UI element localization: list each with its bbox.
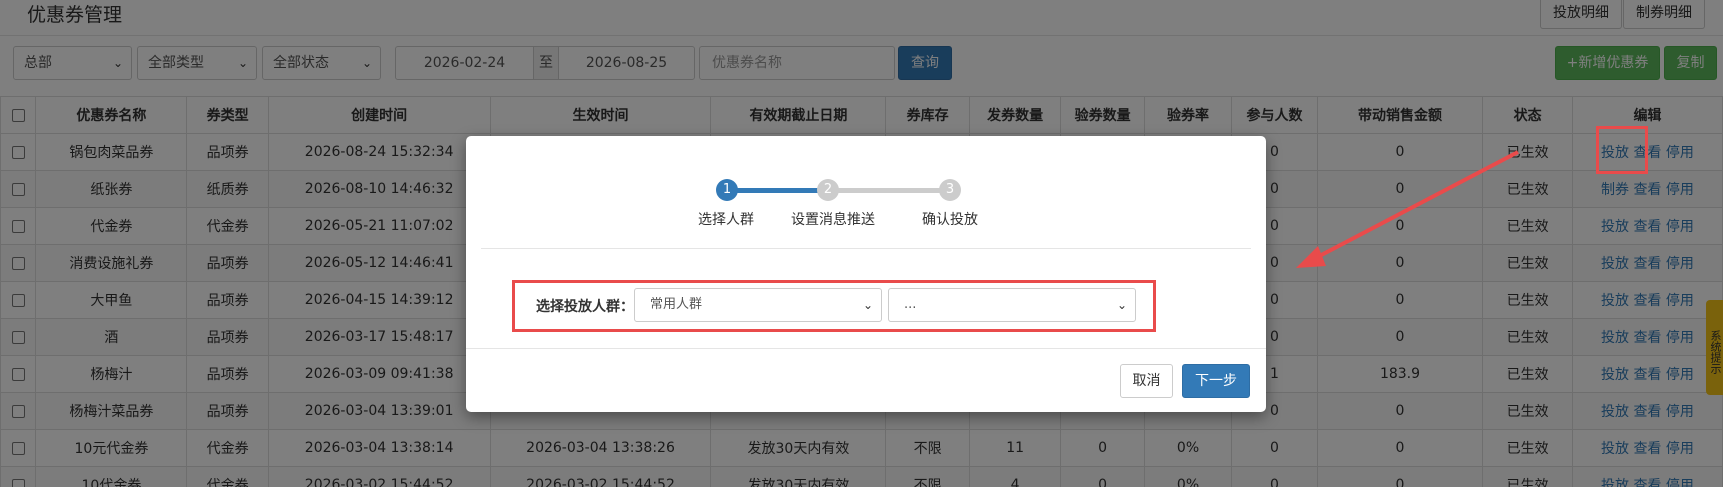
- step-1-label: 选择人群: [698, 212, 754, 228]
- crowd-select[interactable]: 常用人群 ⌄: [634, 288, 882, 322]
- step-progress-line: [734, 188, 819, 193]
- crowd-sub-select-value: ...: [904, 297, 917, 312]
- step-1-dot: 1: [716, 179, 738, 201]
- step-3-dot: 3: [939, 179, 961, 201]
- step-3-label: 确认投放: [922, 212, 978, 228]
- highlight-box-action: [1596, 126, 1648, 174]
- footer-divider: [466, 348, 1266, 349]
- step-2-label: 设置消息推送: [791, 212, 875, 228]
- cancel-button[interactable]: 取消: [1120, 364, 1173, 398]
- crowd-select-value: 常用人群: [650, 297, 703, 312]
- step-indicator: 1 2 3 选择人群 设置消息推送 确认投放: [698, 178, 1016, 238]
- divider: [481, 248, 1251, 249]
- crowd-form-row: 选择投放人群： 常用人群 ⌄ ... ⌄: [514, 281, 1154, 331]
- chevron-down-icon: ⌄: [862, 298, 873, 312]
- step-2-dot: 2: [817, 179, 839, 201]
- issue-coupon-modal: 1 2 3 选择人群 设置消息推送 确认投放 选择投放人群： 常用人群 ⌄ ..…: [466, 136, 1266, 412]
- crowd-sub-select[interactable]: ... ⌄: [888, 288, 1136, 322]
- chevron-down-icon: ⌄: [1116, 298, 1127, 312]
- next-step-button[interactable]: 下一步: [1182, 364, 1250, 398]
- crowd-field-label: 选择投放人群：: [536, 299, 634, 315]
